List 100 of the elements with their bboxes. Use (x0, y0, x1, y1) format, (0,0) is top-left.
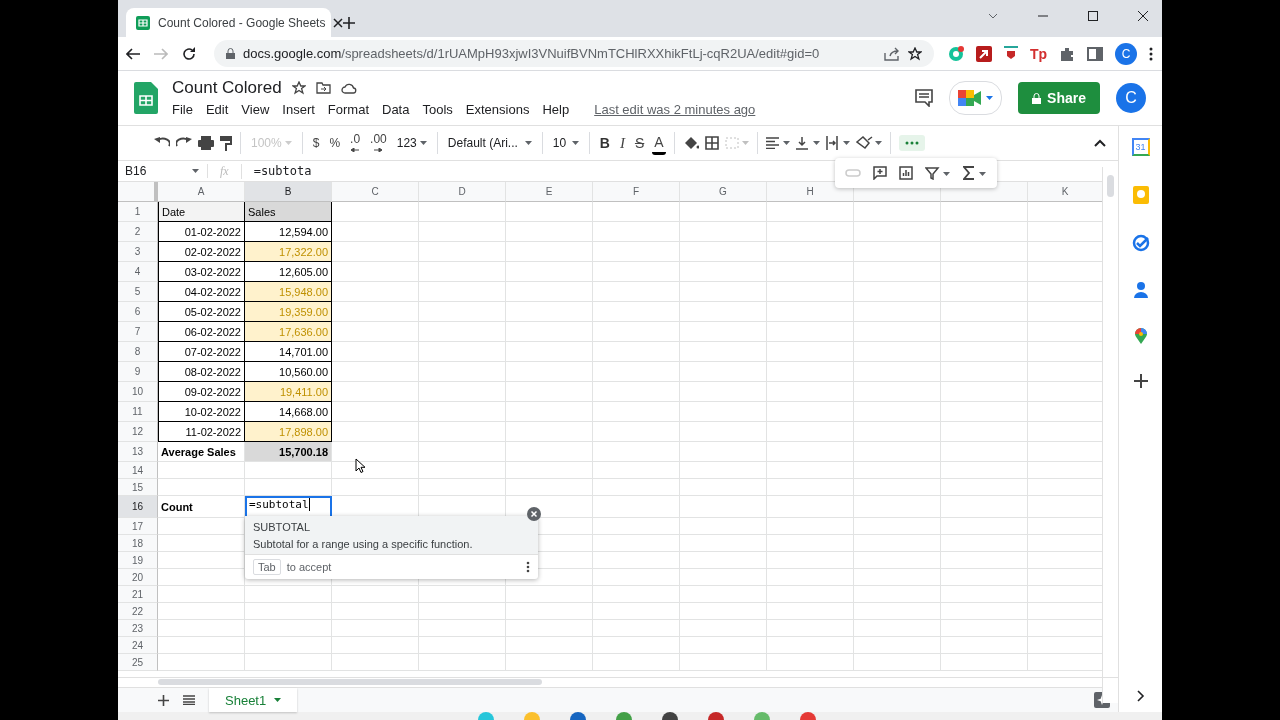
caret-icon[interactable] (192, 169, 199, 173)
more-button[interactable] (898, 135, 925, 151)
close-icon[interactable] (527, 507, 541, 521)
empty-cell[interactable] (854, 362, 941, 382)
undo-icon[interactable] (154, 137, 170, 149)
empty-cell[interactable] (245, 637, 332, 654)
empty-cell[interactable] (593, 586, 680, 603)
empty-cell[interactable] (767, 620, 854, 637)
empty-cell[interactable] (941, 342, 1028, 362)
empty-cell[interactable] (506, 620, 593, 637)
empty-cell[interactable] (419, 242, 506, 262)
empty-cell[interactable] (419, 362, 506, 382)
empty-cell[interactable] (854, 586, 941, 603)
new-tab-icon[interactable] (343, 17, 355, 29)
collapse-icon[interactable] (1094, 139, 1106, 147)
row-number[interactable]: 24 (118, 637, 158, 654)
empty-cell[interactable] (854, 552, 941, 569)
calendar-icon[interactable]: 31 (1131, 138, 1150, 156)
empty-cell[interactable] (854, 402, 941, 422)
empty-cell[interactable] (854, 620, 941, 637)
empty-cell[interactable] (419, 442, 506, 462)
text-rotate-icon[interactable] (855, 136, 882, 150)
empty-cell[interactable] (593, 242, 680, 262)
dropdown[interactable]: 10 (550, 133, 581, 153)
caret-icon[interactable] (274, 698, 282, 702)
empty-cell[interactable] (419, 479, 506, 496)
empty-cell[interactable] (419, 402, 506, 422)
shield-icon[interactable] (1004, 45, 1018, 62)
empty-cell[interactable] (680, 603, 767, 620)
empty-cell[interactable] (767, 535, 854, 552)
empty-cell[interactable] (419, 422, 506, 442)
chart-icon[interactable] (899, 166, 913, 180)
empty-cell[interactable] (854, 222, 941, 242)
empty-cell[interactable] (245, 654, 332, 671)
caret-icon[interactable] (524, 141, 532, 145)
profile-avatar[interactable]: C (1115, 42, 1138, 65)
empty-cell[interactable] (767, 479, 854, 496)
empty-cell[interactable] (854, 479, 941, 496)
sigma-icon[interactable] (963, 166, 987, 180)
empty-cell[interactable] (767, 202, 854, 222)
lightbulb-icon[interactable] (1132, 186, 1149, 204)
row-number[interactable]: 6 (118, 302, 158, 322)
empty-cell[interactable] (506, 382, 593, 402)
row-number[interactable]: 14 (118, 462, 158, 479)
empty-cell[interactable] (506, 462, 593, 479)
last-edit-link[interactable]: Last edit was 2 minutes ago (594, 102, 756, 117)
empty-cell[interactable] (245, 620, 332, 637)
caret-icon[interactable] (571, 141, 579, 145)
empty-cell[interactable] (419, 322, 506, 342)
empty-cell[interactable] (941, 518, 1028, 535)
extension-icon[interactable]: Tp (1030, 45, 1048, 62)
empty-cell[interactable] (332, 262, 419, 282)
row-number[interactable]: 1 (118, 202, 158, 222)
empty-cell[interactable] (419, 620, 506, 637)
text-wrap-icon[interactable] (825, 136, 850, 150)
column-header[interactable]: F (593, 182, 680, 202)
empty-cell[interactable] (593, 518, 680, 535)
all-sheets-icon[interactable] (183, 695, 195, 705)
empty-cell[interactable] (854, 302, 941, 322)
empty-cell[interactable] (419, 342, 506, 362)
share-button[interactable]: Share (1018, 82, 1100, 114)
add-sheet-icon[interactable] (158, 694, 169, 706)
comments-icon[interactable] (915, 89, 934, 107)
row-number[interactable]: 20 (118, 569, 158, 586)
empty-cell[interactable] (767, 322, 854, 342)
empty-cell[interactable] (941, 422, 1028, 442)
add-icon[interactable] (1133, 374, 1148, 388)
empty-cell[interactable] (680, 462, 767, 479)
empty-cell[interactable] (680, 518, 767, 535)
empty-cell[interactable] (506, 262, 593, 282)
strikethrough-button[interactable]: S (632, 132, 647, 154)
map-pin-icon[interactable] (1134, 328, 1147, 344)
empty-cell[interactable] (941, 222, 1028, 242)
empty-cell[interactable] (941, 282, 1028, 302)
empty-cell[interactable] (506, 342, 593, 362)
empty-cell[interactable] (506, 322, 593, 342)
italic-button[interactable]: I (617, 131, 627, 155)
empty-cell[interactable] (941, 402, 1028, 422)
person-icon[interactable] (1133, 282, 1148, 298)
empty-cell[interactable] (506, 362, 593, 382)
puzzle-icon[interactable] (1059, 45, 1076, 62)
star-icon[interactable] (291, 81, 306, 95)
chevron-down-icon[interactable] (988, 13, 998, 19)
menu-item[interactable]: View (241, 101, 276, 118)
empty-cell[interactable] (593, 342, 680, 362)
add-comment-icon[interactable] (873, 166, 887, 180)
empty-cell[interactable] (506, 479, 593, 496)
share-icon[interactable] (884, 46, 900, 61)
decimal-button[interactable]: .00 (368, 131, 389, 155)
empty-cell[interactable] (332, 362, 419, 382)
empty-cell[interactable] (332, 402, 419, 422)
meet-button[interactable] (949, 81, 1003, 115)
menu-item[interactable]: Insert (282, 101, 321, 118)
empty-cell[interactable] (593, 637, 680, 654)
empty-cell[interactable] (941, 620, 1028, 637)
empty-cell[interactable] (767, 552, 854, 569)
empty-cell[interactable] (767, 654, 854, 671)
empty-cell[interactable] (854, 262, 941, 282)
empty-cell[interactable] (854, 637, 941, 654)
empty-cell[interactable] (680, 242, 767, 262)
